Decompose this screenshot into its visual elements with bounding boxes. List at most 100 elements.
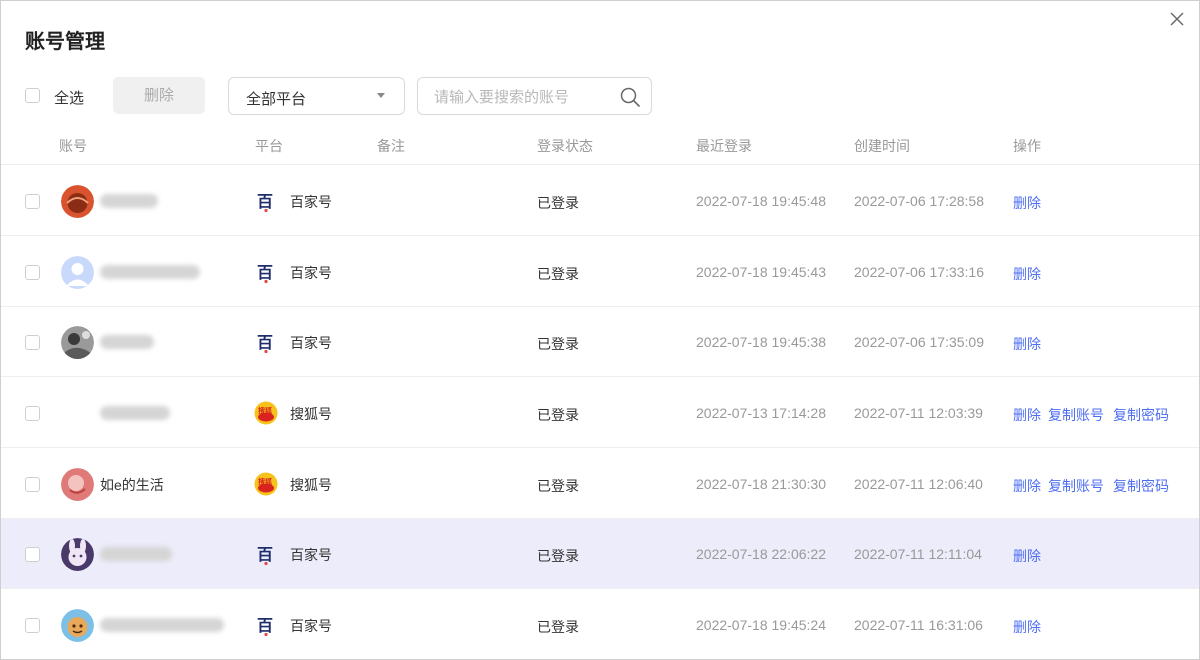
row-checkbox[interactable] xyxy=(25,547,40,562)
table-row: 搜狐 搜狐号 已登录 2022-07-13 17:14:28 2022-07-1… xyxy=(1,378,1199,448)
copy-password-link[interactable]: 复制密码 xyxy=(1113,476,1169,496)
login-status: 已登录 xyxy=(537,336,579,352)
select-all-checkbox[interactable] xyxy=(25,88,40,103)
row-checkbox[interactable] xyxy=(25,618,40,633)
row-checkbox[interactable] xyxy=(25,194,40,209)
last-login-time: 2022-07-18 19:45:24 xyxy=(696,617,826,633)
svg-text:搜狐: 搜狐 xyxy=(258,477,272,486)
table-row: 百 百家号 已登录 2022-07-18 19:45:48 2022-07-06… xyxy=(1,166,1199,236)
copy-account-link[interactable]: 复制账号 xyxy=(1048,476,1104,496)
svg-text:百: 百 xyxy=(257,545,273,564)
row-checkbox[interactable] xyxy=(25,406,40,421)
table-row: 百 百家号 已登录 2022-07-18 22:06:22 2022-07-11… xyxy=(1,519,1199,589)
baijiahao-icon: 百 xyxy=(257,616,273,637)
close-icon[interactable] xyxy=(1165,7,1189,31)
platform-name: 百家号 xyxy=(290,618,332,634)
header-login-status: 登录状态 xyxy=(537,138,593,154)
delete-link[interactable]: 删除 xyxy=(1013,476,1041,496)
svg-text:搜狐: 搜狐 xyxy=(258,406,272,415)
select-all-label: 全选 xyxy=(54,90,85,107)
created-time: 2022-07-11 12:11:04 xyxy=(854,546,982,562)
account-name xyxy=(100,618,224,632)
table-row: 百 百家号 已登录 2022-07-18 19:45:43 2022-07-06… xyxy=(1,237,1199,307)
row-checkbox[interactable] xyxy=(25,477,40,492)
row-checkbox[interactable] xyxy=(25,335,40,350)
svg-text:百: 百 xyxy=(257,616,273,635)
account-name xyxy=(100,547,172,561)
copy-account-link[interactable]: 复制账号 xyxy=(1048,405,1104,425)
last-login-time: 2022-07-18 19:45:48 xyxy=(696,193,826,209)
platform-name: 搜狐号 xyxy=(290,477,332,493)
last-login-time: 2022-07-13 17:14:28 xyxy=(696,405,826,421)
platform-name: 百家号 xyxy=(290,194,332,210)
header-platform: 平台 xyxy=(255,138,283,154)
platform-name: 搜狐号 xyxy=(290,406,332,422)
account-name xyxy=(100,265,200,279)
delete-link[interactable]: 删除 xyxy=(1013,546,1041,566)
last-login-time: 2022-07-18 21:30:30 xyxy=(696,476,826,492)
sohu-icon: 搜狐 xyxy=(254,472,278,496)
login-status: 已登录 xyxy=(537,548,579,564)
copy-password-link[interactable]: 复制密码 xyxy=(1113,405,1169,425)
platform-select-value: 全部平台 xyxy=(246,91,307,108)
created-time: 2022-07-06 17:33:16 xyxy=(854,264,984,280)
baijiahao-icon: 百 xyxy=(257,333,273,354)
last-login-time: 2022-07-18 22:06:22 xyxy=(696,546,826,562)
header-account: 账号 xyxy=(59,138,87,154)
platform-name: 百家号 xyxy=(290,547,332,563)
search-box xyxy=(417,77,652,115)
created-time: 2022-07-06 17:28:58 xyxy=(854,193,984,209)
avatar xyxy=(61,538,94,571)
account-name xyxy=(100,335,154,349)
account-management-dialog: 账号管理 全选 删除 全部平台 账号 平台 备注 登录状态 最近登录 创建时间 … xyxy=(0,0,1200,660)
delete-link[interactable]: 删除 xyxy=(1013,193,1041,213)
table-row: 百 百家号 已登录 2022-07-18 19:45:38 2022-07-06… xyxy=(1,307,1199,377)
created-time: 2022-07-11 16:31:06 xyxy=(854,617,983,633)
table-header: 账号 平台 备注 登录状态 最近登录 创建时间 操作 xyxy=(1,129,1199,165)
avatar xyxy=(61,326,94,359)
account-name: 如e的生活 xyxy=(100,477,164,493)
header-note: 备注 xyxy=(377,138,405,154)
delete-link[interactable]: 删除 xyxy=(1013,264,1041,284)
search-input[interactable] xyxy=(434,86,614,108)
account-name xyxy=(100,194,158,208)
login-status: 已登录 xyxy=(537,195,579,211)
header-actions: 操作 xyxy=(1013,138,1041,154)
search-icon[interactable] xyxy=(619,86,641,108)
platform-name: 百家号 xyxy=(290,335,332,351)
delete-link[interactable]: 删除 xyxy=(1013,617,1041,637)
svg-text:百: 百 xyxy=(257,333,273,352)
table-row: 百 百家号 已登录 2022-07-18 19:45:24 2022-07-11… xyxy=(1,590,1199,659)
batch-delete-button[interactable]: 删除 xyxy=(113,77,205,114)
login-status: 已登录 xyxy=(537,266,579,282)
header-created: 创建时间 xyxy=(854,138,910,154)
avatar xyxy=(61,609,94,642)
platform-name: 百家号 xyxy=(290,265,332,281)
platform-select[interactable]: 全部平台 xyxy=(228,77,405,115)
baijiahao-icon: 百 xyxy=(257,545,273,566)
last-login-time: 2022-07-18 19:45:38 xyxy=(696,334,826,350)
avatar xyxy=(61,468,94,501)
header-last-login: 最近登录 xyxy=(696,138,752,154)
dialog-title: 账号管理 xyxy=(25,31,105,53)
account-name xyxy=(100,406,170,420)
baijiahao-icon: 百 xyxy=(257,263,273,284)
sohu-icon: 搜狐 xyxy=(254,401,278,425)
login-status: 已登录 xyxy=(537,407,579,423)
baijiahao-icon: 百 xyxy=(257,192,273,213)
created-time: 2022-07-11 12:06:40 xyxy=(854,476,983,492)
created-time: 2022-07-06 17:35:09 xyxy=(854,334,984,350)
avatar xyxy=(61,256,94,289)
table-row: 如e的生活 搜狐 搜狐号 已登录 2022-07-18 21:30:30 202… xyxy=(1,449,1199,519)
toolbar: 全选 删除 全部平台 xyxy=(25,77,665,115)
delete-link[interactable]: 删除 xyxy=(1013,405,1041,425)
last-login-time: 2022-07-18 19:45:43 xyxy=(696,264,826,280)
created-time: 2022-07-11 12:03:39 xyxy=(854,405,983,421)
caret-down-icon xyxy=(377,93,385,98)
row-checkbox[interactable] xyxy=(25,265,40,280)
svg-text:百: 百 xyxy=(257,192,273,211)
login-status: 已登录 xyxy=(537,478,579,494)
svg-text:百: 百 xyxy=(257,263,273,282)
login-status: 已登录 xyxy=(537,619,579,635)
delete-link[interactable]: 删除 xyxy=(1013,334,1041,354)
